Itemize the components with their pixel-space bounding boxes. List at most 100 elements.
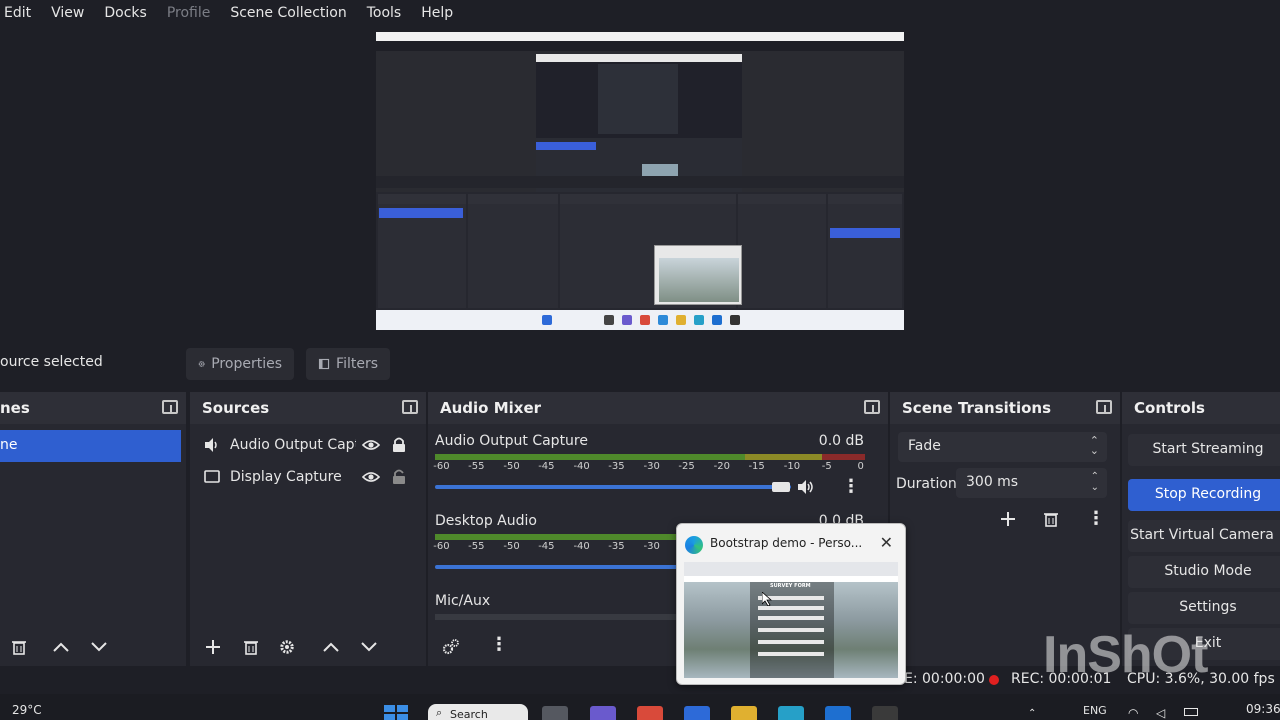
controls-title: Controls — [1134, 399, 1205, 417]
spinner-icon[interactable]: ⌃ ⌄ — [1091, 471, 1099, 493]
vscode-icon[interactable] — [825, 706, 851, 720]
tray-chevron-icon[interactable]: ⌃ — [1028, 708, 1036, 719]
popup-title: Bootstrap demo - Perso... — [710, 536, 863, 550]
eye-icon[interactable] — [362, 439, 380, 451]
move-scene-up-button[interactable] — [48, 634, 74, 660]
move-source-down-button[interactable] — [356, 634, 382, 660]
chevron-up-icon — [53, 642, 69, 652]
more-options-icon[interactable]: ⋮ — [842, 476, 860, 497]
more-options-icon[interactable]: ⋮ — [1087, 508, 1105, 529]
speaker-icon[interactable] — [797, 479, 815, 495]
battery-icon[interactable] — [1184, 708, 1198, 716]
sources-dock-header: Sources — [190, 392, 426, 424]
source-item-display-capture[interactable]: Display Capture — [190, 462, 420, 492]
menu-edit[interactable]: Edit — [0, 5, 41, 21]
audio-mixer-title: Audio Mixer — [440, 399, 542, 417]
obs-window: Edit View Docks Profile Scene Collection… — [0, 0, 1280, 720]
audio-settings-button[interactable] — [438, 634, 464, 660]
dock-float-icon[interactable] — [162, 400, 178, 414]
move-scene-down-button[interactable] — [86, 634, 112, 660]
updown-arrow-icon: ⌃ ⌄ — [1089, 434, 1099, 457]
remove-scene-button[interactable] — [6, 634, 32, 660]
dock-float-icon[interactable] — [1096, 400, 1112, 414]
scenes-dock: nes ne — [0, 392, 186, 666]
file-explorer-icon[interactable] — [731, 706, 757, 720]
move-source-up-button[interactable] — [318, 634, 344, 660]
source-properties-button[interactable] — [274, 634, 300, 660]
chrome-icon[interactable] — [637, 706, 663, 720]
eye-icon[interactable] — [362, 471, 380, 483]
transition-select[interactable]: Fade ⌃ ⌄ — [898, 432, 1107, 462]
chevron-down-icon — [361, 642, 377, 652]
lock-icon[interactable] — [392, 437, 406, 453]
trash-icon — [12, 641, 26, 655]
source-label: Display Capture — [230, 469, 342, 485]
add-transition-button[interactable] — [995, 506, 1021, 532]
wifi-icon[interactable]: ◠ — [1128, 706, 1138, 720]
remove-source-button[interactable] — [238, 634, 264, 660]
source-item-audio-output[interactable]: Audio Output Captu — [190, 430, 420, 460]
duration-input[interactable]: 300 ms ⌃ ⌄ — [956, 468, 1107, 498]
volume-icon[interactable]: ◁ — [1156, 706, 1165, 720]
inshot-watermark: InShOt — [1043, 626, 1208, 684]
scene-item-selected[interactable]: ne — [0, 430, 181, 462]
stop-recording-button[interactable]: Stop Recording — [1128, 479, 1280, 511]
gears-icon — [442, 639, 459, 655]
preview-nested-popup — [654, 245, 742, 305]
filter-icon — [318, 358, 330, 370]
close-icon[interactable]: ✕ — [880, 533, 893, 552]
scenes-dock-header: nes — [0, 392, 186, 424]
gear-icon — [280, 640, 294, 654]
chevron-up-icon — [323, 642, 339, 652]
menu-view[interactable]: View — [41, 5, 94, 21]
filters-button[interactable]: Filters — [306, 348, 390, 380]
menu-help[interactable]: Help — [411, 5, 463, 21]
menu-docks[interactable]: Docks — [94, 5, 156, 21]
add-source-button[interactable] — [200, 634, 226, 660]
plus-icon — [1001, 512, 1015, 526]
duration-label: Duration — [896, 476, 957, 492]
volume-slider[interactable] — [435, 485, 791, 489]
thumbnail-heading: SURVEY FORM — [770, 583, 811, 589]
language-indicator[interactable]: ENG — [1083, 704, 1107, 717]
windows-start-icon[interactable] — [384, 705, 408, 720]
monitor-icon — [204, 470, 220, 483]
unlock-icon[interactable] — [392, 469, 406, 485]
taskbar-preview-popup[interactable]: Bootstrap demo - Perso... ✕ SURVEY FORM — [676, 523, 906, 685]
filters-label: Filters — [336, 356, 378, 372]
audio-mixer-header: Audio Mixer — [428, 392, 888, 424]
popup-thumbnail[interactable]: SURVEY FORM — [684, 562, 898, 678]
preview-nested-menubar — [376, 41, 904, 51]
more-options-icon[interactable]: ⋮ — [490, 634, 508, 655]
remove-transition-button[interactable] — [1038, 506, 1064, 532]
menu-profile[interactable]: Profile — [157, 5, 221, 21]
channel-label: Mic/Aux — [435, 593, 491, 609]
preview-canvas[interactable] — [376, 32, 904, 330]
task-view-icon[interactable] — [542, 706, 568, 720]
meter-ticks: -60 -55 -50 -45 -40 -35 -30 -25 -20 -15 … — [433, 461, 864, 472]
weather-temperature[interactable]: 29°C — [12, 703, 42, 717]
gear-icon — [198, 361, 205, 367]
teams-icon[interactable] — [590, 706, 616, 720]
start-virtual-camera-button[interactable]: Start Virtual Camera — [1128, 520, 1280, 552]
trash-icon — [244, 641, 258, 655]
obs-icon[interactable] — [872, 706, 898, 720]
menu-bar: Edit View Docks Profile Scene Collection… — [0, 0, 1280, 26]
trash-icon — [1044, 513, 1058, 527]
start-streaming-button[interactable]: Start Streaming — [1128, 434, 1280, 466]
properties-button[interactable]: Properties — [186, 348, 294, 380]
menu-tools[interactable]: Tools — [357, 5, 412, 21]
taskbar-search[interactable]: Search ⌕ — [428, 704, 528, 720]
edge-profile-icon[interactable] — [684, 706, 710, 720]
edge-icon[interactable] — [778, 706, 804, 720]
recording-dot-icon — [989, 675, 999, 685]
clock[interactable]: 09:36 — [1246, 702, 1280, 716]
dock-float-icon[interactable] — [402, 400, 418, 414]
studio-mode-button[interactable]: Studio Mode — [1128, 556, 1280, 588]
settings-button[interactable]: Settings — [1128, 592, 1280, 624]
speaker-icon — [205, 438, 217, 452]
menu-scene-collection[interactable]: Scene Collection — [220, 5, 356, 21]
edge-icon — [685, 536, 703, 554]
dock-float-icon[interactable] — [864, 400, 880, 414]
volume-slider-handle[interactable] — [772, 482, 790, 492]
